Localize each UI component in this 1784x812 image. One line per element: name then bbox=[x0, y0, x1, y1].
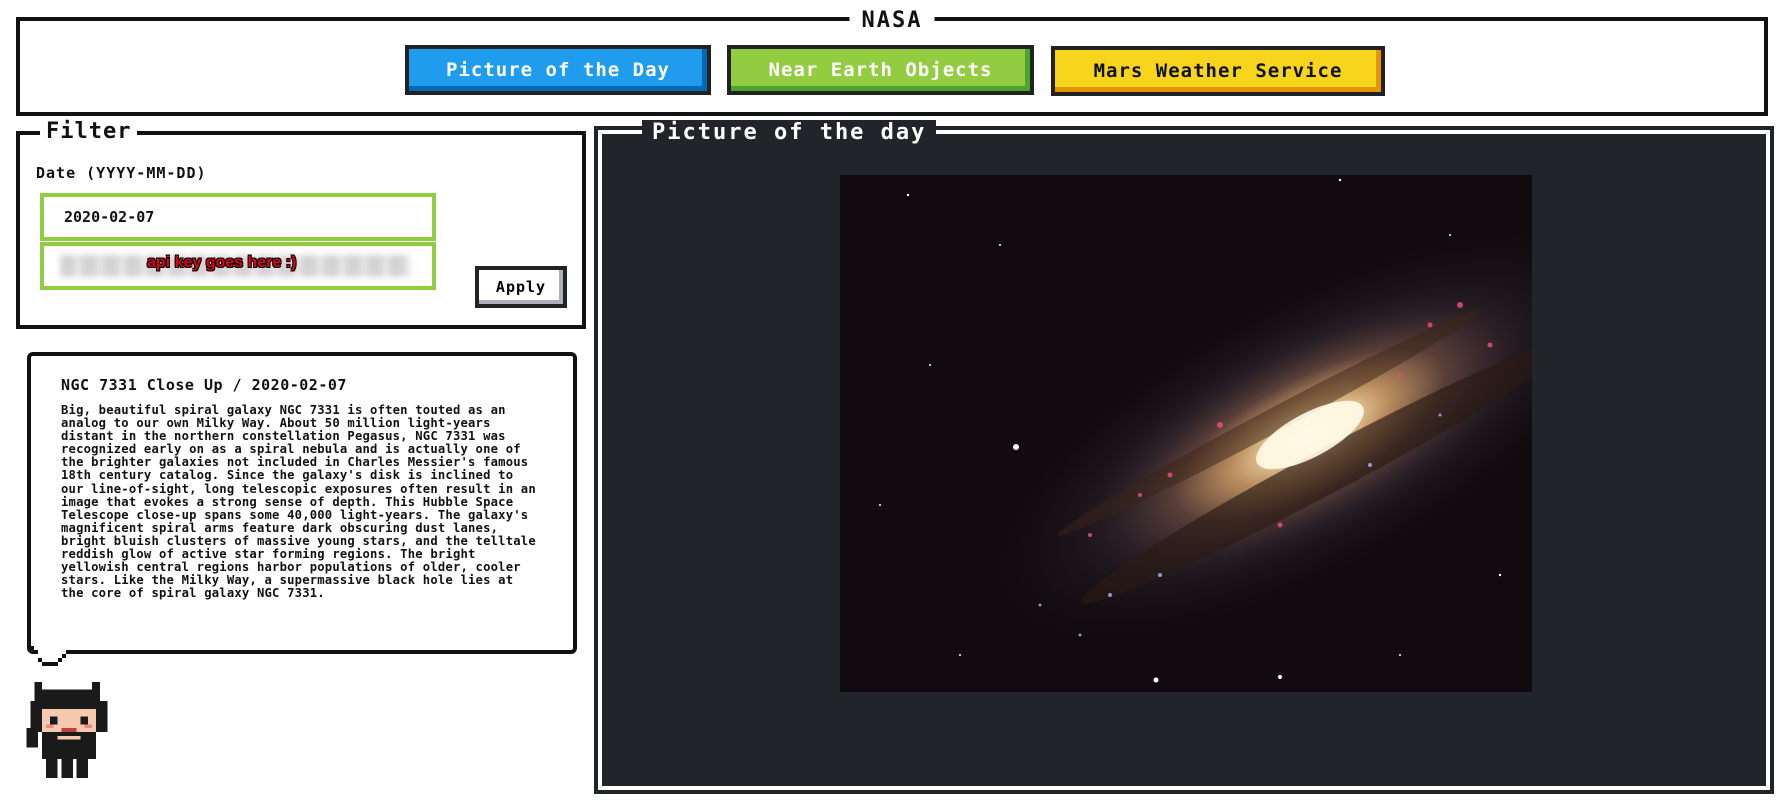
header-nav: NASA Picture of the Day Near Earth Objec… bbox=[16, 8, 1768, 116]
filter-title: Filter bbox=[40, 119, 138, 144]
octocat-icon bbox=[26, 682, 108, 779]
apod-heading: NGC 7331 Close Up / 2020-02-07 bbox=[61, 376, 347, 394]
spiral-galaxy-image bbox=[840, 175, 1532, 692]
picture-title: Picture of the day bbox=[642, 120, 937, 145]
apod-explanation: Big, beautiful spiral galaxy NGC 7331 is… bbox=[61, 403, 536, 601]
picture-panel: Picture of the day bbox=[594, 120, 1774, 794]
balloon-tail bbox=[30, 646, 66, 666]
api-key-hint: api key goes here :) bbox=[147, 254, 297, 271]
nav-mars-weather-button[interactable]: Mars Weather Service bbox=[1051, 46, 1385, 96]
apply-button[interactable]: Apply bbox=[475, 266, 567, 308]
page-title: NASA bbox=[849, 8, 935, 33]
apod-description-balloon: NGC 7331 Close Up / 2020-02-07 Big, beau… bbox=[27, 352, 577, 654]
date-input[interactable] bbox=[40, 193, 436, 241]
nav-near-earth-objects-button[interactable]: Near Earth Objects bbox=[727, 45, 1034, 95]
nav-picture-of-the-day-button[interactable]: Picture of the Day bbox=[405, 45, 711, 95]
filter-panel: Filter Date (YYYY-MM-DD) api key goes he… bbox=[16, 119, 586, 329]
date-label: Date (YYYY-MM-DD) bbox=[36, 164, 207, 182]
